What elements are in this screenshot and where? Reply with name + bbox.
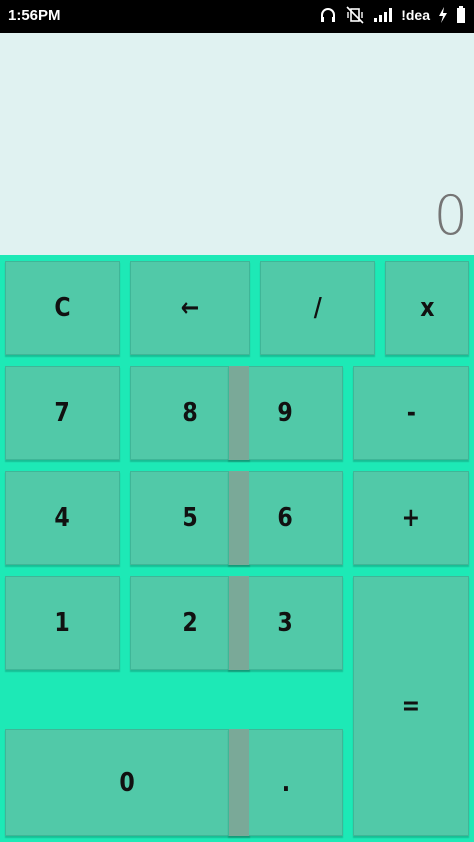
six-label: 6 [277, 503, 294, 533]
key-divider [229, 471, 249, 565]
zero-label: 0 [119, 767, 136, 798]
decimal-label: . [281, 767, 290, 798]
equals-label: = [401, 691, 421, 721]
five-label: 5 [182, 503, 198, 533]
key-divider [229, 729, 249, 836]
charging-icon [438, 7, 448, 23]
four-button[interactable]: 4 [5, 471, 120, 565]
zero-button[interactable]: 0 [5, 729, 250, 836]
two-label: 2 [182, 608, 198, 638]
keypad: C ← / x 7 8 9 - 4 5 6 + 1 2 3 = 0 . [0, 255, 474, 842]
clear-button[interactable]: C [5, 261, 120, 355]
headphones-icon [319, 6, 337, 24]
clear-label: C [54, 293, 71, 323]
key-divider [229, 576, 249, 670]
status-bar: 1:56PM !dea [0, 0, 474, 33]
carrier-label: !dea [401, 7, 430, 23]
equals-button[interactable]: = [353, 576, 469, 836]
four-label: 4 [54, 503, 71, 533]
backspace-button[interactable]: ← [130, 261, 250, 355]
backspace-label: ← [180, 293, 200, 323]
three-label: 3 [277, 608, 294, 638]
plus-label: + [401, 503, 421, 533]
multiply-button[interactable]: x [385, 261, 469, 355]
battery-icon [456, 6, 466, 24]
signal-icon [373, 7, 393, 23]
key-divider [229, 366, 249, 460]
minus-label: - [406, 398, 416, 428]
minus-button[interactable]: - [353, 366, 469, 460]
status-time: 1:56PM [8, 7, 61, 24]
status-icons: !dea [319, 6, 466, 24]
one-label: 1 [54, 608, 71, 638]
multiply-label: x [419, 293, 435, 323]
seven-button[interactable]: 7 [5, 366, 120, 460]
eight-label: 8 [182, 398, 198, 428]
seven-label: 7 [54, 398, 71, 428]
plus-button[interactable]: + [353, 471, 469, 565]
vibrate-off-icon [345, 6, 365, 24]
display-value: 0 [433, 184, 468, 247]
calculator-display: 0 [0, 33, 474, 255]
one-button[interactable]: 1 [5, 576, 120, 670]
nine-label: 9 [277, 398, 294, 428]
divide-button[interactable]: / [260, 261, 375, 355]
divide-label: / [313, 293, 322, 323]
